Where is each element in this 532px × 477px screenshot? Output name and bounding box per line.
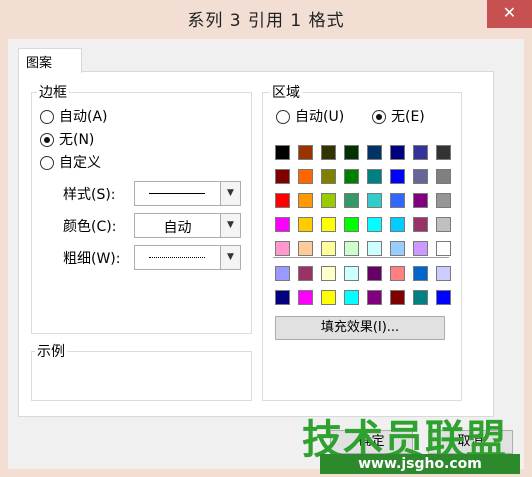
color-swatch[interactable] xyxy=(321,290,336,305)
area-none-label: 无(E) xyxy=(391,109,425,125)
sample-group-legend: 示例 xyxy=(35,341,67,361)
color-swatch[interactable] xyxy=(298,241,313,256)
color-swatch[interactable] xyxy=(436,241,451,256)
color-swatch[interactable] xyxy=(298,169,313,184)
color-swatch[interactable] xyxy=(436,169,451,184)
color-swatch[interactable] xyxy=(367,241,382,256)
color-swatch[interactable] xyxy=(321,145,336,160)
color-swatch[interactable] xyxy=(413,241,428,256)
color-swatch[interactable] xyxy=(344,145,359,160)
color-swatch[interactable] xyxy=(344,169,359,184)
color-swatch[interactable] xyxy=(367,290,382,305)
color-swatch[interactable] xyxy=(436,193,451,208)
close-button[interactable]: ✕ xyxy=(487,0,532,28)
color-swatch[interactable] xyxy=(390,145,405,160)
color-swatch[interactable] xyxy=(436,290,451,305)
area-group-legend: 区域 xyxy=(270,82,302,102)
window-title: 系列 3 引用 1 格式 xyxy=(187,11,345,31)
color-swatch[interactable] xyxy=(367,217,382,232)
line-color-dropdown[interactable]: 自动 ▼ xyxy=(134,213,241,238)
color-swatch[interactable] xyxy=(321,193,336,208)
color-swatch[interactable] xyxy=(367,193,382,208)
solid-line-sample xyxy=(149,193,205,194)
color-swatch[interactable] xyxy=(413,193,428,208)
tab-pattern[interactable]: 图案 xyxy=(18,48,82,73)
watermark-url: www.jsgho.com xyxy=(320,454,520,474)
border-custom-radio[interactable] xyxy=(40,156,54,170)
line-weight-dropdown[interactable]: ▼ xyxy=(134,245,241,270)
color-swatch[interactable] xyxy=(436,145,451,160)
color-swatch[interactable] xyxy=(390,290,405,305)
hairline-sample xyxy=(149,257,205,258)
palette-separator xyxy=(273,257,449,258)
line-style-dropdown[interactable]: ▼ xyxy=(134,181,241,206)
area-group xyxy=(262,92,462,401)
color-swatch[interactable] xyxy=(321,169,336,184)
area-auto-label: 自动(U) xyxy=(295,109,345,125)
color-swatch[interactable] xyxy=(413,145,428,160)
color-swatch[interactable] xyxy=(344,241,359,256)
color-swatch[interactable] xyxy=(275,217,290,232)
color-swatch[interactable] xyxy=(413,169,428,184)
color-swatch[interactable] xyxy=(344,193,359,208)
border-none-label: 无(N) xyxy=(59,132,95,148)
color-swatch[interactable] xyxy=(390,266,405,281)
color-swatch[interactable] xyxy=(436,217,451,232)
area-auto-radio[interactable] xyxy=(276,110,290,124)
color-swatch[interactable] xyxy=(298,145,313,160)
chevron-down-icon: ▼ xyxy=(220,246,240,269)
color-swatch[interactable] xyxy=(367,169,382,184)
area-none-radio[interactable] xyxy=(372,110,386,124)
color-swatch[interactable] xyxy=(413,217,428,232)
border-auto-label: 自动(A) xyxy=(59,109,108,125)
color-swatch[interactable] xyxy=(321,217,336,232)
color-swatch[interactable] xyxy=(344,266,359,281)
color-swatch[interactable] xyxy=(413,266,428,281)
style-label: 样式(S): xyxy=(63,187,116,203)
color-label: 颜色(C): xyxy=(63,219,117,235)
color-swatch[interactable] xyxy=(298,266,313,281)
color-swatch[interactable] xyxy=(298,217,313,232)
color-swatch[interactable] xyxy=(390,193,405,208)
color-swatch[interactable] xyxy=(344,290,359,305)
border-auto-radio[interactable] xyxy=(40,110,54,124)
weight-label: 粗细(W): xyxy=(63,251,121,267)
border-custom-label: 自定义 xyxy=(59,155,101,171)
chevron-down-icon: ▼ xyxy=(220,214,240,237)
line-color-value: 自动 xyxy=(163,220,192,236)
color-swatch[interactable] xyxy=(275,145,290,160)
border-group-legend: 边框 xyxy=(37,82,69,102)
color-swatch[interactable] xyxy=(436,266,451,281)
color-swatch[interactable] xyxy=(390,217,405,232)
color-swatch[interactable] xyxy=(275,169,290,184)
color-swatch[interactable] xyxy=(298,193,313,208)
color-swatch[interactable] xyxy=(390,169,405,184)
fill-effects-button[interactable]: 填充效果(I)... xyxy=(275,316,445,340)
color-swatch[interactable] xyxy=(275,241,290,256)
color-swatch[interactable] xyxy=(275,193,290,208)
color-swatch[interactable] xyxy=(275,266,290,281)
color-swatch[interactable] xyxy=(321,266,336,281)
color-swatch[interactable] xyxy=(344,217,359,232)
color-swatch[interactable] xyxy=(321,241,336,256)
color-swatch[interactable] xyxy=(298,290,313,305)
color-swatch[interactable] xyxy=(390,241,405,256)
color-swatch[interactable] xyxy=(367,266,382,281)
color-swatch[interactable] xyxy=(367,145,382,160)
color-swatch[interactable] xyxy=(275,290,290,305)
chevron-down-icon: ▼ xyxy=(220,182,240,205)
border-none-radio[interactable] xyxy=(40,133,54,147)
color-swatch[interactable] xyxy=(413,290,428,305)
